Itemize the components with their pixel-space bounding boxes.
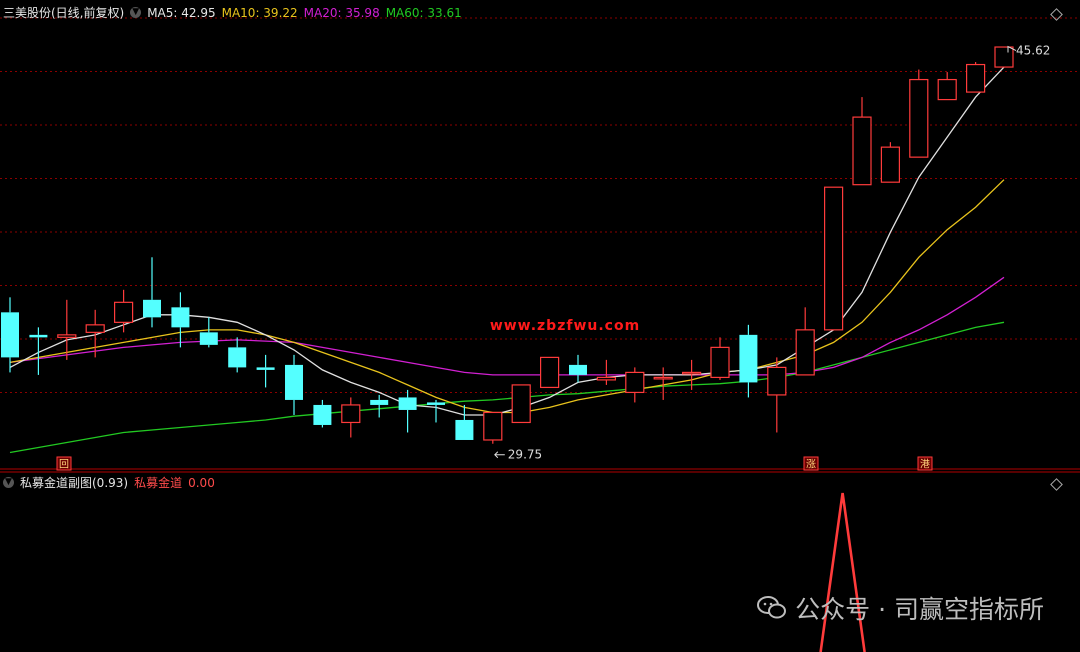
candle-body — [113, 301, 134, 323]
candle-body — [539, 356, 560, 389]
candle-body — [256, 367, 275, 370]
candle-body — [29, 334, 48, 338]
low-arrow-icon — [494, 451, 505, 459]
candle-body — [313, 404, 332, 425]
candle-body — [1, 312, 19, 358]
indicator-spike — [819, 492, 866, 652]
candle-body — [511, 384, 531, 424]
wechat-icon — [757, 595, 787, 621]
indicator-header: ▼ 私募金道副图(0.93) 私募金道 0.00 — [3, 474, 215, 491]
ma60-label: MA60: 33.61 — [385, 5, 462, 20]
candle-body — [228, 347, 247, 368]
candle-body — [57, 334, 77, 338]
candle-body — [681, 371, 702, 375]
candle-body — [398, 397, 417, 410]
candle-body — [596, 376, 617, 381]
dropdown-icon[interactable]: ▼ — [130, 7, 142, 18]
candle-body — [625, 371, 645, 394]
candle-body — [767, 366, 787, 396]
ma10-line — [9, 179, 1005, 414]
dropdown-icon[interactable]: ▼ — [3, 477, 14, 488]
stock-title[interactable]: 三美股份(日线,前复权) — [3, 4, 124, 21]
candle-body — [341, 404, 361, 424]
candle-body — [795, 329, 815, 376]
ma10-label: MA10: 39.22 — [221, 5, 298, 20]
candle-body — [909, 78, 929, 158]
candle-body — [569, 364, 587, 375]
candle-body — [455, 419, 474, 440]
candle-body — [710, 346, 730, 379]
indicator-series-label: 私募金道 — [134, 476, 183, 490]
candle-body — [199, 332, 218, 345]
watermark: 公众号 · 司赢空指标所 — [757, 590, 1044, 626]
candle-body — [285, 364, 303, 400]
kline-chart[interactable]: 45.62 29.75 www.zbzfwu.com 回 涨 港 — [0, 0, 1080, 652]
indicator-value: 0.00 — [188, 475, 215, 490]
candle-body — [852, 116, 872, 186]
candle-body — [427, 402, 445, 405]
ma20-label: MA20: 35.98 — [303, 5, 380, 20]
candle-body — [370, 399, 389, 405]
main-chart-header: 三美股份(日线,前复权) ▼ MA5: 42.95 MA10: 39.22 MA… — [3, 4, 462, 21]
watermark-account: 公众号 · 司赢空指标所 — [795, 595, 1044, 624]
badge-hui: 回 — [59, 459, 69, 471]
candle-body — [823, 186, 844, 331]
candle-body — [171, 307, 190, 328]
candle-body — [739, 334, 758, 383]
indicator-title[interactable]: 私募金道副图(0.93) — [20, 474, 128, 491]
candle-body — [994, 46, 1014, 68]
watermark-site: www.zbzfwu.com — [490, 318, 640, 334]
candle-body — [653, 376, 673, 380]
candle-body — [965, 63, 986, 93]
ma5-label: MA5: 42.95 — [147, 5, 216, 20]
candle-body — [85, 324, 105, 333]
low-value-label: 29.75 — [508, 448, 542, 462]
badge-zhang: 涨 — [806, 459, 816, 471]
high-value-label: 45.62 — [1016, 44, 1050, 58]
candle-body — [483, 411, 503, 441]
ma60-line — [9, 321, 1005, 454]
candle-body — [143, 299, 161, 318]
badge-gang: 港 — [920, 459, 930, 471]
candle-body — [880, 146, 901, 183]
candle-body — [937, 78, 957, 101]
